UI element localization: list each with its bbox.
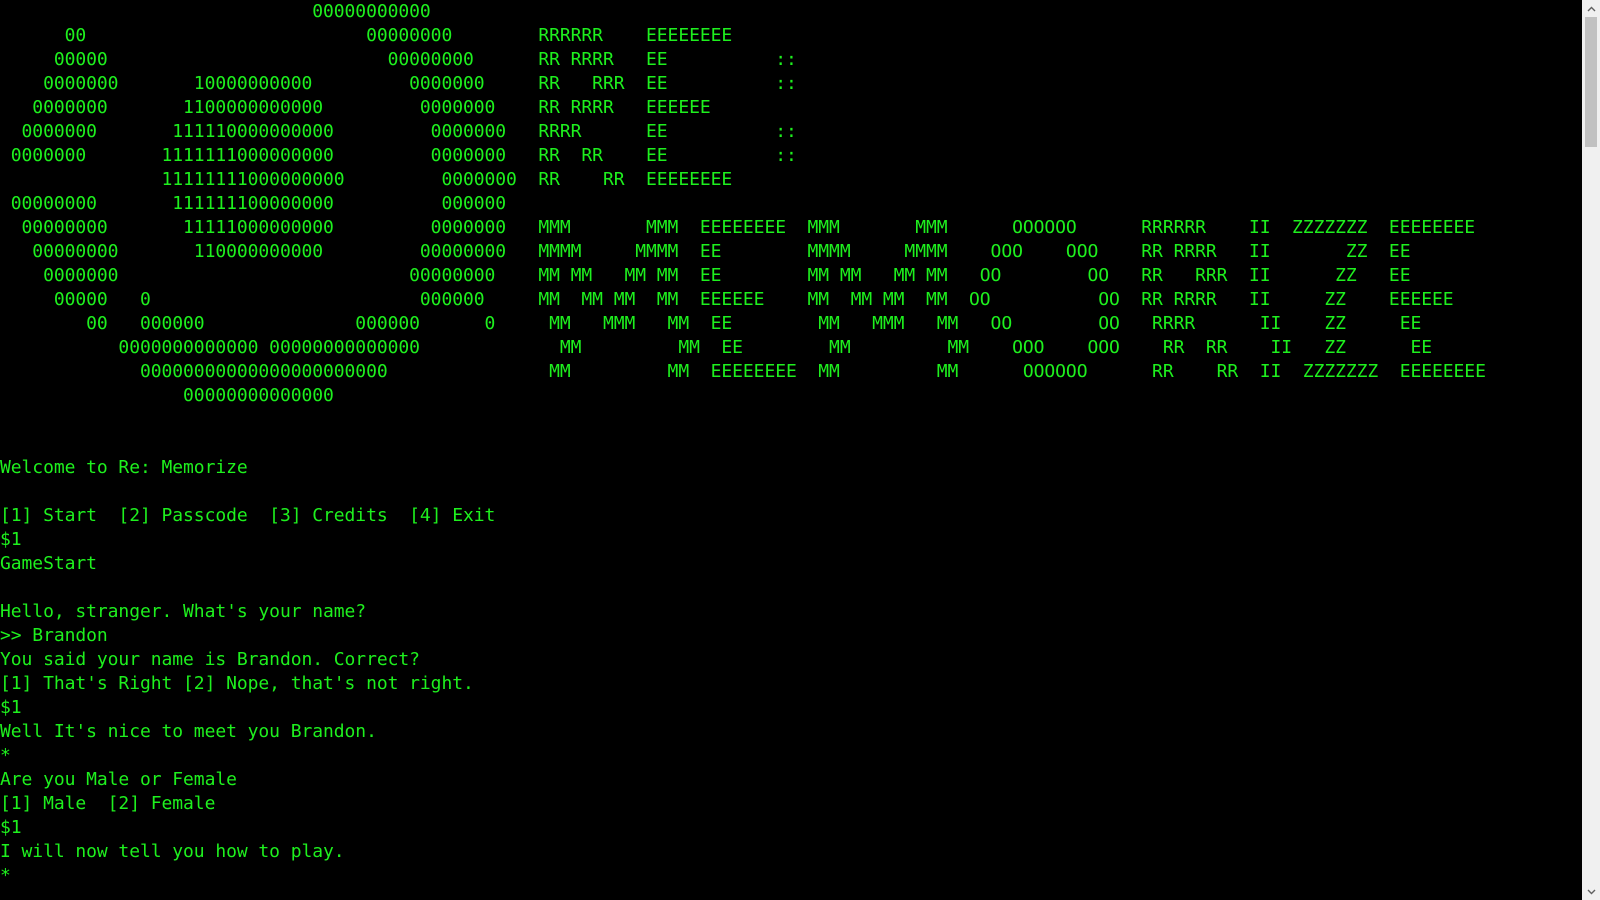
console-line: You said your name is Brandon. Correct? <box>0 649 420 670</box>
console-line: 0000000 111110000000000 0000000 RRRR EE … <box>0 121 797 142</box>
console-line: 11111111000000000 0000000 RR RR EEEEEEEE <box>0 169 733 190</box>
console-line: >> Brandon <box>0 625 108 646</box>
console-line: [1] Male [2] Female <box>0 793 216 814</box>
console-line: 0000000 10000000000 0000000 RR RRR EE :: <box>0 73 797 94</box>
console-line: 00 000000 000000 0 MM MMM MM EE MM MMM M… <box>0 313 1422 334</box>
console-line: 00000000 11111000000000 0000000 MMM MMM … <box>0 217 1476 238</box>
console-line: Well It's nice to meet you Brandon. <box>0 721 377 742</box>
console-window[interactable]: 00000000000 00 00000000 RRRRRR EEEEEEEE … <box>0 0 1582 900</box>
scroll-down-button[interactable] <box>1582 883 1600 900</box>
vertical-scrollbar[interactable] <box>1582 0 1600 900</box>
scrollbar-thumb[interactable] <box>1585 17 1597 147</box>
console-line: $1 <box>0 529 22 550</box>
console-line: [1] That's Right [2] Nope, that's not ri… <box>0 673 474 694</box>
console-line: * <box>0 865 11 886</box>
console-line: 0000000 1111111000000000 0000000 RR RR E… <box>0 145 797 166</box>
console-line: GameStart <box>0 553 97 574</box>
console-line: 0000000 00000000 MM MM MM MM EE MM MM MM… <box>0 265 1411 286</box>
console-line: [1] Start [2] Passcode [3] Credits [4] E… <box>0 505 496 526</box>
console-line: Welcome to Re: Memorize <box>0 457 248 478</box>
console-line: 00000 00000000 RR RRRR EE :: <box>0 49 797 70</box>
console-line: 00000 0 000000 MM MM MM MM EEEEEE MM MM … <box>0 289 1454 310</box>
console-line: 0000000 1100000000000 0000000 RR RRRR EE… <box>0 97 711 118</box>
console-line: Hello, stranger. What's your name? <box>0 601 367 622</box>
chevron-down-icon <box>1587 889 1595 894</box>
scroll-up-button[interactable] <box>1582 0 1600 17</box>
console-line: 00000000000 <box>0 1 431 22</box>
console-line: 00 00000000 RRRRRR EEEEEEEE <box>0 25 733 46</box>
console-line: 00000000 111111100000000 000000 <box>0 193 507 214</box>
console-line: $1 <box>0 817 22 838</box>
console-output: 00000000000 00 00000000 RRRRRR EEEEEEEE … <box>0 0 1582 888</box>
console-line: $1 <box>0 697 22 718</box>
console-line: * <box>0 745 11 766</box>
console-line: 00000000 110000000000 00000000 MMMM MMMM… <box>0 241 1411 262</box>
console-line: Are you Male or Female <box>0 769 237 790</box>
console-line: 00000000000000 <box>0 385 334 406</box>
console-line: 0000000000000 00000000000000 MM MM EE MM… <box>0 337 1433 358</box>
chevron-up-icon <box>1587 6 1595 11</box>
console-line: I will now tell you how to play. <box>0 841 345 862</box>
scrollbar-track[interactable] <box>1582 17 1600 883</box>
console-line: 00000000000000000000000 MM MM EEEEEEEE M… <box>0 361 1486 382</box>
